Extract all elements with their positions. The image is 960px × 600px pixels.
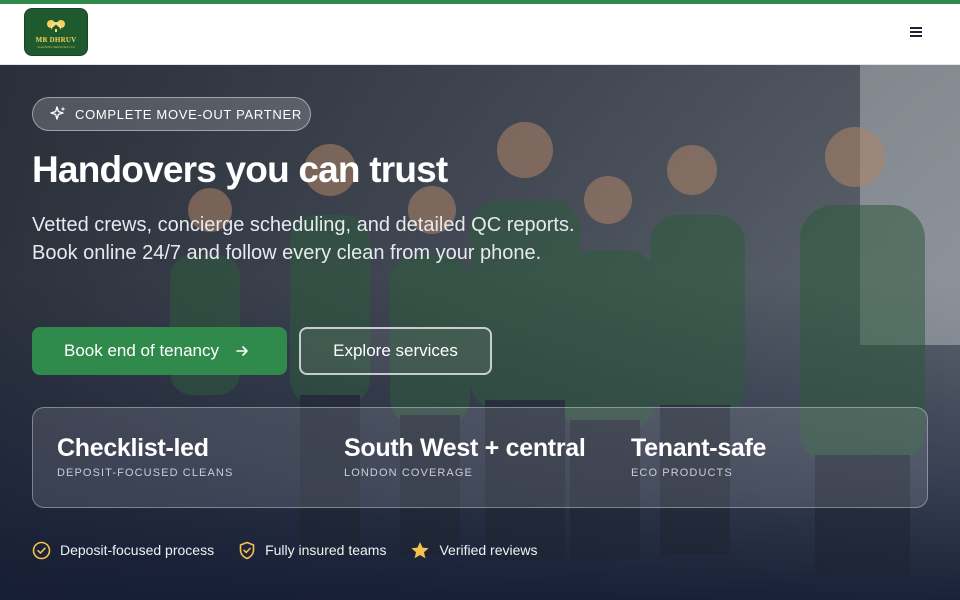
stat-tenant-safe: Tenant-safe ECO PRODUCTS (631, 434, 766, 479)
check-circle-icon (32, 541, 51, 559)
stat-value: Tenant-safe (631, 434, 767, 462)
trust-item-deposit: Deposit-focused process (32, 541, 214, 560)
brand-logo[interactable]: MR DHRUV CLEANING SERVICES LTD (24, 8, 88, 56)
hero-subtext: Vetted crews, concierge scheduling, and … (32, 214, 575, 264)
stat-value: Checklist-led (57, 434, 209, 462)
shield-check-icon (239, 541, 255, 559)
sparkle-icon (50, 106, 66, 120)
secondary-cta-label: Explore services (333, 341, 458, 360)
badge-label: COMPLETE MOVE-OUT PARTNER (75, 106, 302, 122)
trust-label: Fully insured teams (265, 542, 387, 558)
site-header: MR DHRUV CLEANING SERVICES LTD (0, 4, 960, 65)
stat-label: ECO PRODUCTS (631, 467, 733, 479)
trust-label: Verified reviews (439, 542, 538, 558)
arrow-right-icon (236, 346, 248, 356)
trust-item-reviews: Verified reviews (410, 541, 538, 560)
trust-item-insured: Fully insured teams (238, 541, 386, 560)
stat-label: DEPOSIT-FOCUSED CLEANS (57, 467, 234, 479)
house-logo-icon (47, 19, 65, 32)
explore-services-button[interactable]: Explore services (299, 327, 492, 375)
stat-coverage: South West + central LONDON COVERAGE (344, 434, 586, 479)
trust-row: Deposit-focused process Fully insured te… (32, 539, 538, 561)
hero-section: COMPLETE MOVE-OUT PARTNER Handovers you … (0, 65, 960, 600)
hamburger-icon (910, 27, 922, 37)
hero-headline: Handovers you can trust (32, 149, 448, 190)
book-end-of-tenancy-button[interactable]: Book end of tenancy (32, 327, 287, 375)
primary-cta-label: Book end of tenancy (64, 341, 220, 360)
stats-panel: Checklist-led DEPOSIT-FOCUSED CLEANS Sou… (32, 407, 928, 508)
hero-badge: COMPLETE MOVE-OUT PARTNER (32, 97, 311, 131)
stat-value: South West + central (344, 434, 586, 462)
stat-checklist: Checklist-led DEPOSIT-FOCUSED CLEANS (57, 434, 233, 479)
trust-label: Deposit-focused process (60, 542, 215, 558)
stat-label: LONDON COVERAGE (344, 467, 473, 479)
star-icon (411, 541, 430, 558)
brand-name: MR DHRUV (35, 35, 77, 44)
menu-button[interactable] (908, 24, 924, 40)
brand-tagline: CLEANING SERVICES LTD (37, 44, 75, 49)
